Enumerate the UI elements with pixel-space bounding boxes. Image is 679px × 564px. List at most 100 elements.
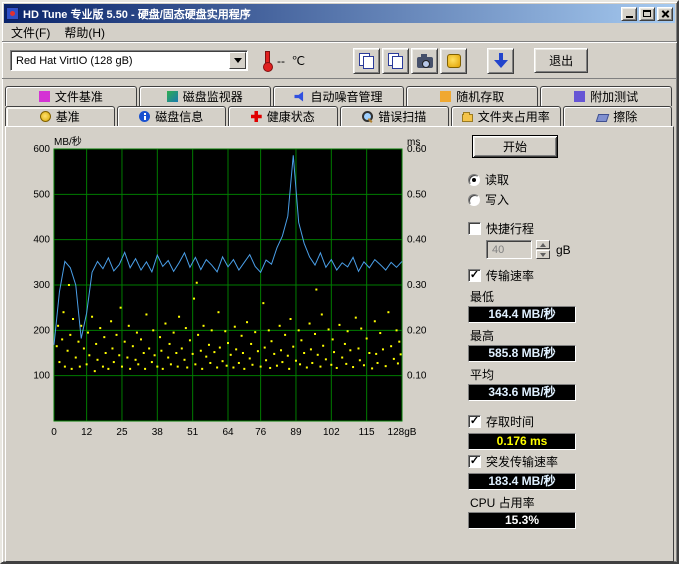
caption-buttons: [621, 7, 673, 21]
copy-text-button[interactable]: [382, 48, 409, 74]
drive-select-arrow-button[interactable]: [229, 52, 246, 69]
save-results-button[interactable]: [487, 48, 514, 74]
tab-label: 磁盘信息: [155, 108, 203, 125]
transfer-rate-checkbox[interactable]: ✓: [468, 269, 481, 282]
folder-icon: [462, 114, 473, 122]
svg-text:0.40: 0.40: [407, 235, 427, 246]
save-screenshot-button[interactable]: [411, 48, 438, 74]
svg-text:ms: ms: [407, 137, 420, 148]
svg-text:64: 64: [222, 427, 234, 438]
health-cross-icon: [251, 111, 262, 122]
start-button[interactable]: 开始: [472, 135, 558, 158]
tab-row-secondary: 文件基准 磁盘监视器 自动噪音管理 随机存取 附加测试: [2, 86, 677, 106]
max-value: 585.8 MB/秒: [468, 345, 576, 362]
access-time-checkbox[interactable]: ✓: [468, 415, 481, 428]
read-radio[interactable]: [468, 174, 480, 186]
close-button[interactable]: [657, 7, 673, 21]
benchmark-icon: [40, 111, 51, 122]
read-label: 读取: [485, 171, 509, 188]
access-time-option[interactable]: ✓ 存取时间: [468, 413, 665, 430]
spinner-up-icon: [540, 243, 546, 247]
short-stroke-value[interactable]: 40: [486, 240, 532, 259]
tab-benchmark[interactable]: 基准: [5, 106, 115, 126]
write-option[interactable]: 写入: [468, 191, 665, 208]
avg-value: 343.6 MB/秒: [468, 384, 576, 401]
svg-text:300: 300: [33, 280, 50, 291]
magnifier-icon: [362, 111, 373, 122]
svg-text:600: 600: [33, 144, 50, 155]
tab-file-benchmark[interactable]: 文件基准: [5, 86, 137, 106]
svg-text:38: 38: [152, 427, 164, 438]
info-icon: [139, 111, 150, 122]
tab-extra-tests[interactable]: 附加测试: [540, 86, 672, 106]
svg-text:115: 115: [359, 427, 375, 438]
benchmark-controls: 开始 读取 写入 快捷行程 40 gB: [454, 131, 669, 561]
svg-text:MB/秒: MB/秒: [54, 135, 82, 148]
tab-folder-usage[interactable]: 文件夹占用率: [451, 106, 561, 126]
copy-text-icon: [388, 53, 403, 68]
tab-label: 基准: [56, 108, 80, 125]
chart-area: 1002003004005006000.100.200.300.400.500.…: [12, 131, 454, 561]
drive-select-value: Red Hat VirtIO (128 gB): [11, 55, 229, 67]
svg-text:76: 76: [255, 427, 267, 438]
svg-text:0: 0: [51, 427, 57, 438]
svg-text:25: 25: [116, 427, 128, 438]
tab-random-access[interactable]: 随机存取: [406, 86, 538, 106]
transfer-rate-label: 传输速率: [486, 267, 534, 284]
read-option[interactable]: 读取: [468, 171, 665, 188]
transfer-rate-option[interactable]: ✓ 传输速率: [468, 267, 665, 284]
share-icon: [447, 54, 461, 68]
temperature-value: -- ℃: [277, 54, 305, 68]
copy-image-button[interactable]: [353, 48, 380, 74]
tab-aam[interactable]: 自动噪音管理: [273, 86, 405, 106]
disk-monitor-icon: [167, 91, 178, 102]
speaker-icon: [294, 91, 305, 102]
access-time-value: 0.176 ms: [468, 433, 576, 450]
svg-text:100: 100: [33, 371, 50, 382]
menu-file[interactable]: 文件(F): [4, 22, 57, 43]
burst-rate-option[interactable]: ✓ 突发传输速率: [468, 453, 665, 470]
tab-label: 随机存取: [456, 88, 504, 105]
tab-label: 自动噪音管理: [310, 88, 382, 105]
benchmark-page: 1002003004005006000.100.200.300.400.500.…: [5, 126, 674, 562]
min-label: 最低: [470, 288, 665, 305]
short-stroke-checkbox[interactable]: [468, 222, 481, 235]
cpu-usage-value: 15.3%: [468, 512, 576, 529]
maximize-button[interactable]: [639, 7, 655, 21]
tab-erase[interactable]: 擦除: [563, 106, 673, 126]
app-window: HD Tune 专业版 5.50 - 硬盘/固态硬盘实用程序 文件(F) 帮助(…: [0, 0, 679, 564]
tab-health[interactable]: 健康状态: [228, 106, 338, 126]
window-title: HD Tune 专业版 5.50 - 硬盘/固态硬盘实用程序: [23, 6, 251, 22]
svg-text:400: 400: [33, 235, 50, 246]
short-stroke-label: 快捷行程: [486, 220, 534, 237]
menu-help[interactable]: 帮助(H): [57, 22, 112, 43]
copy-image-icon: [359, 53, 374, 68]
exit-button[interactable]: 退出: [534, 48, 588, 73]
tab-disk-info[interactable]: 磁盘信息: [117, 106, 227, 126]
avg-label: 平均: [470, 366, 665, 383]
close-icon: [661, 10, 669, 18]
spinner-up-button[interactable]: [536, 240, 550, 249]
tab-disk-monitor[interactable]: 磁盘监视器: [139, 86, 271, 106]
tab-error-scan[interactable]: 错误扫描: [340, 106, 450, 126]
spinner-down-icon: [540, 253, 546, 257]
menu-bar: 文件(F) 帮助(H): [2, 23, 677, 42]
minimize-icon: [626, 16, 633, 18]
tab-label: 擦除: [613, 108, 637, 125]
short-stroke-option[interactable]: 快捷行程: [468, 220, 665, 237]
title-bar: HD Tune 专业版 5.50 - 硬盘/固态硬盘实用程序: [4, 4, 675, 23]
burst-rate-label: 突发传输速率: [486, 453, 558, 470]
share-button[interactable]: [440, 48, 467, 74]
minimize-button[interactable]: [621, 7, 637, 21]
drive-select[interactable]: Red Hat VirtIO (128 gB): [10, 50, 248, 71]
svg-text:89: 89: [290, 427, 302, 438]
svg-text:128gB: 128gB: [388, 427, 417, 438]
tab-label: 文件夹占用率: [478, 108, 550, 125]
spinner-down-button[interactable]: [536, 250, 550, 259]
write-radio[interactable]: [468, 194, 480, 206]
svg-text:12: 12: [81, 427, 93, 438]
svg-text:102: 102: [323, 427, 340, 438]
maximize-icon: [643, 10, 651, 17]
burst-rate-checkbox[interactable]: ✓: [468, 455, 481, 468]
tab-label: 文件基准: [55, 88, 103, 105]
